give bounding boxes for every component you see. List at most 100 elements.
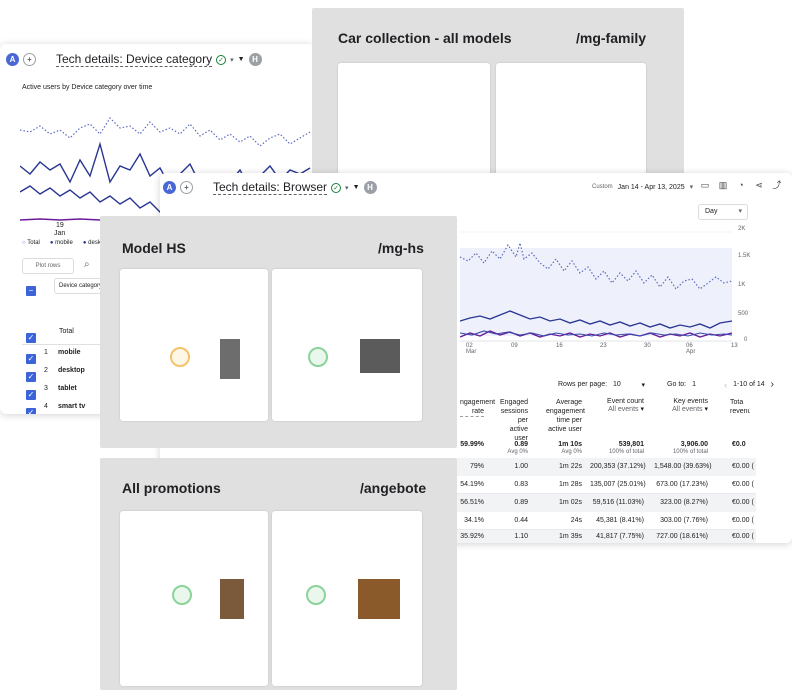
col-revenue[interactable]: Tota revenu xyxy=(730,398,750,416)
cell: €0.00 ( xyxy=(732,533,754,540)
cell: 24s xyxy=(570,517,582,524)
insights-icon[interactable]: ◔ xyxy=(736,180,746,190)
page-range: 1-10 of 14 xyxy=(733,381,765,388)
chevron-right-icon[interactable]: › xyxy=(771,379,774,390)
row-label: mobile xyxy=(58,349,81,356)
search-icon[interactable]: ⌕ xyxy=(84,259,90,270)
y-tick: 1.5K xyxy=(738,253,751,259)
total-revenue: €0.0 xyxy=(732,441,746,448)
cell: 79% xyxy=(469,463,484,470)
filter-icon[interactable]: ▼ xyxy=(238,56,245,63)
col-key-events[interactable]: Key events All events ▾ xyxy=(664,398,708,413)
row-checkbox[interactable]: ✓ xyxy=(26,354,36,364)
cell: 1,548.00 (39.63%) xyxy=(654,463,712,470)
x-tick-day: 13 xyxy=(731,343,738,349)
cell: 56.51% xyxy=(460,499,484,506)
cell: 303.00 (7.76%) xyxy=(660,517,708,524)
cell: €0.00 ( xyxy=(732,517,754,524)
avatar-a[interactable]: A xyxy=(163,181,176,194)
col-avg-engagement[interactable]: Average engagement time per active user xyxy=(546,398,585,434)
report-title[interactable]: Tech details: Browser xyxy=(213,180,328,195)
dimension-selector[interactable]: Device category xyxy=(54,278,102,294)
cell: €0.00 ( xyxy=(732,499,754,506)
row-label: tablet xyxy=(58,385,77,392)
report-thumbnail xyxy=(272,269,422,421)
chevron-left-icon[interactable]: ‹ xyxy=(724,380,727,390)
cell: €0.00 ( xyxy=(732,463,754,470)
report-thumbnail xyxy=(496,63,646,181)
total-avg-engagement: 1m 10s Avg 0% xyxy=(558,441,582,455)
cell: €0.00 ( xyxy=(732,481,754,488)
col-event-count[interactable]: Event count All events ▾ xyxy=(600,398,644,413)
cell: 200,353 (37.12%) xyxy=(590,463,646,470)
cell: 323.00 (8.27%) xyxy=(660,499,708,506)
report-title[interactable]: Tech details: Device category xyxy=(56,52,213,67)
row-checkbox[interactable]: ✓ xyxy=(26,390,36,400)
go-to-label: Go to: xyxy=(667,381,687,388)
y-tick: 1K xyxy=(738,282,746,288)
model-hs-card[interactable]: Model HS /mg-hs xyxy=(100,216,457,448)
x-tick-day: 23 xyxy=(600,343,607,349)
avatar-h[interactable]: H xyxy=(248,53,262,66)
rows-per-page-select[interactable]: 10 ▾ xyxy=(613,381,645,389)
granularity-select[interactable]: Day ▾ xyxy=(698,204,748,220)
cell: 0.83 xyxy=(514,481,528,488)
y-tick: 2K xyxy=(738,226,746,232)
desktop-line xyxy=(20,185,181,217)
x-tick-month: Jan xyxy=(54,230,66,237)
car-collection-card[interactable]: Car collection - all models /mg-family xyxy=(312,8,684,183)
cell: 1.00 xyxy=(514,463,528,470)
date-range[interactable]: Jan 14 - Apr 13, 2025 xyxy=(618,184,685,191)
col-engaged-sessions[interactable]: Engaged sessions per active user xyxy=(498,398,528,443)
total-key-events: 3,906.00 100% of total xyxy=(672,441,708,455)
chevron-down-icon[interactable]: ▾ xyxy=(230,56,234,64)
add-comparison-button[interactable]: + xyxy=(23,53,36,66)
total-engagement-rate: 59.99% xyxy=(460,441,484,448)
row-checkbox[interactable]: ✓ xyxy=(26,372,36,382)
total-event-count: 539,801 100% of total xyxy=(608,441,644,455)
total-checkbox[interactable]: ✓ xyxy=(26,333,36,343)
plot-rows-button[interactable]: Plot rows xyxy=(22,258,74,274)
trend-icon[interactable]: ⤴ xyxy=(772,180,782,190)
filter-icon[interactable]: ▼ xyxy=(353,184,360,191)
cell: 135,007 (25.01%) xyxy=(590,481,646,488)
col-engagement-rate[interactable]: ngagement rate xyxy=(460,398,495,417)
total-engaged-sessions: 0.89 Avg 0% xyxy=(507,441,528,455)
cell: 35.92% xyxy=(460,533,484,540)
row-label: desktop xyxy=(58,367,85,374)
add-comparison-button[interactable]: + xyxy=(180,181,193,194)
all-promotions-card[interactable]: All promotions /angebote xyxy=(100,458,457,690)
x-tick-day: 09 xyxy=(511,343,518,349)
card-path: /angebote xyxy=(360,480,427,496)
report-thumbnail xyxy=(120,511,268,686)
row-label: smart tv xyxy=(58,403,86,410)
row-index: 1 xyxy=(44,349,48,356)
select-all-checkbox[interactable]: − xyxy=(26,286,36,296)
share-icon[interactable]: ⋖ xyxy=(754,180,764,190)
row-index: 2 xyxy=(44,367,48,374)
chart-title: Active users by Device category over tim… xyxy=(22,84,153,91)
row-index: 4 xyxy=(44,403,48,410)
go-to-input[interactable]: 1 xyxy=(692,381,718,388)
cell: 1m 02s xyxy=(559,499,582,506)
cell: 1.10 xyxy=(514,533,528,540)
annotation-icon[interactable]: ▭ xyxy=(700,180,710,190)
total-label: Total xyxy=(59,328,74,335)
avatar-a[interactable]: A xyxy=(6,53,19,66)
check-icon: ✓ xyxy=(216,54,227,65)
card-title: Model HS xyxy=(122,240,186,256)
rows-per-page-label: Rows per page: xyxy=(558,381,608,388)
cell: 0.89 xyxy=(514,499,528,506)
avatar-h[interactable]: H xyxy=(363,181,377,194)
legend-mobile[interactable]: ● mobile xyxy=(50,240,73,246)
cell: 34.1% xyxy=(464,517,484,524)
y-tick: 0 xyxy=(744,337,748,343)
check-icon: ✓ xyxy=(331,182,342,193)
browser-line-chart xyxy=(460,231,733,342)
chevron-down-icon[interactable]: ▾ xyxy=(345,184,349,192)
legend-total[interactable]: ○ Total xyxy=(22,240,40,246)
row-checkbox[interactable]: ✓ xyxy=(26,408,36,414)
compare-icon[interactable]: ▥ xyxy=(718,180,728,190)
x-tick-month: Apr xyxy=(686,349,696,355)
cell: 673.00 (17.23%) xyxy=(656,481,708,488)
